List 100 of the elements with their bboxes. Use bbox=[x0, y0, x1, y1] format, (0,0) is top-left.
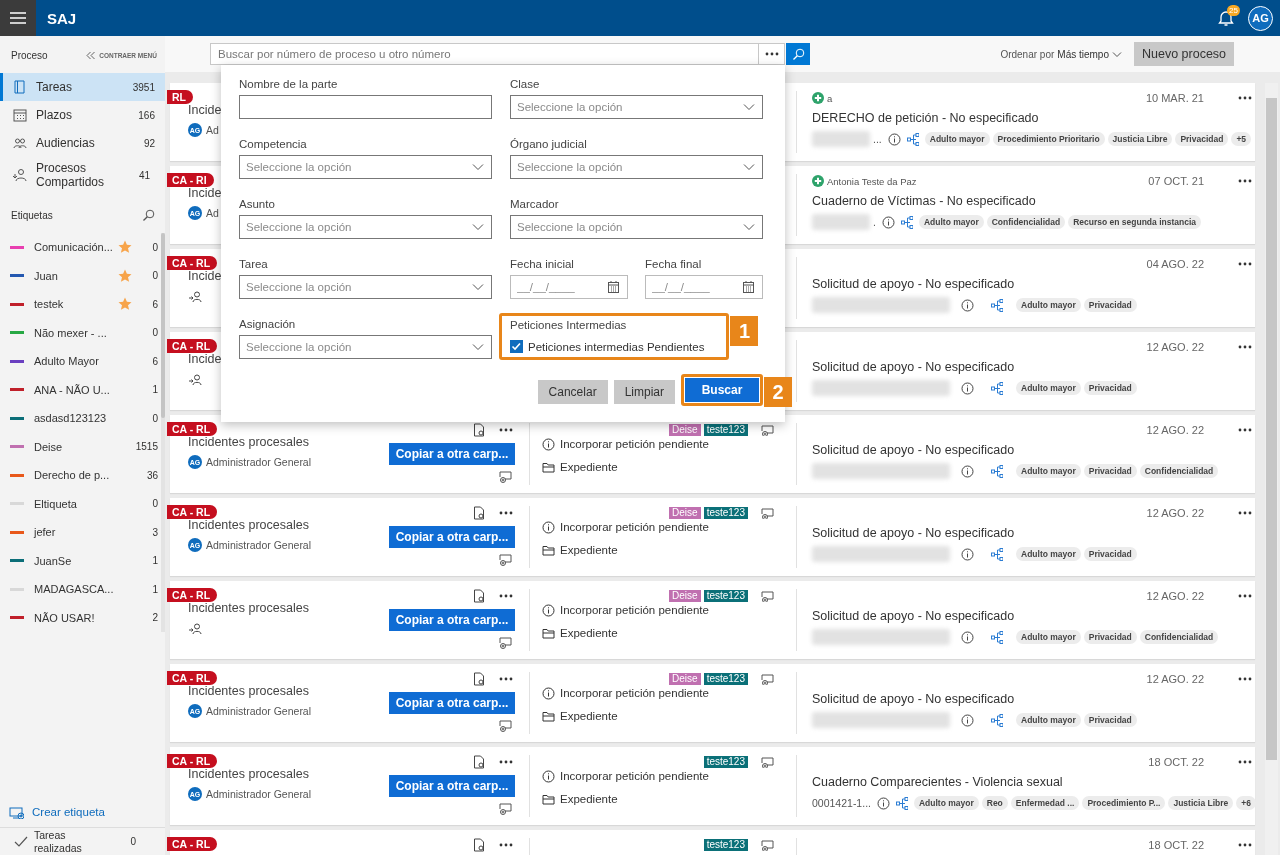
task-title: Incide bbox=[188, 102, 222, 118]
tag-chip: Adulto mayor bbox=[924, 132, 990, 146]
task-date: 12 AGO. 22 bbox=[1146, 424, 1204, 436]
label-count: 0 bbox=[151, 498, 158, 510]
tag-label: teste123 bbox=[703, 590, 748, 602]
task-date: 18 OCT. 22 bbox=[1148, 756, 1204, 768]
field-label: Nombre de la parte bbox=[239, 77, 339, 91]
task-date: 07 OCT. 21 bbox=[1148, 175, 1204, 187]
tag-chip: Adulto mayor bbox=[1016, 713, 1081, 727]
assignee-name: Administrador General bbox=[206, 456, 312, 468]
label-count: 0 bbox=[151, 412, 158, 424]
task-date: 12 AGO. 22 bbox=[1146, 341, 1204, 353]
done-count: 0 bbox=[129, 836, 136, 847]
field-label: Tarea bbox=[239, 257, 269, 271]
tag-chip: Privacidad bbox=[1175, 132, 1229, 146]
task-date: 12 AGO. 22 bbox=[1146, 507, 1204, 519]
label-count: 1 bbox=[151, 384, 158, 396]
label-count: 6 bbox=[151, 355, 158, 367]
tag-label: teste123 bbox=[703, 756, 748, 768]
pending-request: Incorporar petición pendiente bbox=[560, 687, 709, 699]
tag-label: Deise bbox=[669, 424, 701, 436]
tag-chip: Procedimiento P... bbox=[1082, 796, 1166, 810]
tag-chip: Procedimiento Prioritario bbox=[992, 132, 1105, 146]
case-tag: CA - RL bbox=[167, 339, 218, 353]
task-title: Incidentes procesales bbox=[188, 434, 309, 450]
label-count: 0 bbox=[151, 327, 158, 339]
field-label: Competencia bbox=[239, 137, 308, 151]
tag-chip: Confidencialidad bbox=[1139, 464, 1219, 478]
section-heading: Etiquetas bbox=[11, 209, 53, 221]
case-tag: CA - RL bbox=[167, 671, 218, 685]
label-count: 0 bbox=[151, 241, 158, 253]
field-label: Marcador bbox=[510, 197, 560, 211]
tag-label: teste123 bbox=[703, 507, 748, 519]
tag-chip: Confidencialidad bbox=[986, 215, 1066, 229]
assignee-name: Administrador General bbox=[206, 705, 312, 717]
process-number: 0001421-1... bbox=[812, 797, 871, 809]
tag-label: teste123 bbox=[703, 673, 748, 685]
step-number: 2 bbox=[764, 377, 792, 407]
tag-chip: Privacidad bbox=[1083, 713, 1137, 727]
field-label: Peticiones Intermedias bbox=[510, 318, 628, 332]
field-label: Asunto bbox=[239, 197, 276, 211]
section-heading: Proceso bbox=[11, 49, 48, 61]
label-count: 0 bbox=[151, 270, 158, 282]
case-tag: CA - RI bbox=[167, 173, 214, 187]
case-tag: CA - RL bbox=[167, 505, 218, 519]
task-date: 12 AGO. 22 bbox=[1146, 590, 1204, 602]
task-title: Incide bbox=[188, 185, 222, 201]
case-tag: CA - RL bbox=[167, 837, 218, 851]
tag-chip: Privacidad bbox=[1083, 547, 1137, 561]
tag-chip: Adulto mayor bbox=[1016, 630, 1081, 644]
label-count: 36 bbox=[145, 469, 158, 481]
case-tag: CA - RL bbox=[167, 256, 218, 270]
task-title: Incide bbox=[188, 351, 222, 367]
case-tag: CA - RL bbox=[167, 754, 218, 768]
tag-chip: Reo bbox=[981, 796, 1008, 810]
task-title: Incidentes procesales bbox=[188, 517, 309, 533]
tag-label: Deise bbox=[669, 507, 701, 519]
task-date: 10 MAR. 21 bbox=[1145, 92, 1204, 104]
tag-label: teste123 bbox=[703, 424, 748, 436]
party-name: a bbox=[827, 92, 833, 104]
case-tag: CA - RL bbox=[167, 422, 218, 436]
pending-request: Incorporar petición pendiente bbox=[560, 604, 709, 616]
tag-label: Deise bbox=[669, 673, 701, 685]
field-label: Clase bbox=[510, 77, 541, 91]
tag-chip: Privacidad bbox=[1083, 381, 1137, 395]
label-count: 1515 bbox=[135, 441, 158, 453]
label-count: 3 bbox=[151, 526, 158, 538]
app-title: SAJ bbox=[47, 9, 77, 27]
assignee-name: Administrador General bbox=[206, 788, 312, 800]
tag-label: teste123 bbox=[703, 839, 748, 851]
step-number: 1 bbox=[730, 316, 759, 346]
notification-count: 25 bbox=[1227, 5, 1240, 16]
tag-chip: Justicia Libre bbox=[1107, 132, 1173, 146]
tag-chip: Recurso en segunda instancia bbox=[1068, 215, 1201, 229]
task-title: Incide bbox=[188, 268, 222, 284]
tag-chip: Confidencialidad bbox=[1139, 630, 1219, 644]
tag-chip: Privacidad bbox=[1083, 630, 1137, 644]
tag-chip: Enfermedad ... bbox=[1010, 796, 1080, 810]
tag-chip: Adulto mayor bbox=[1016, 547, 1081, 561]
party-name: Antonia Teste da Paz bbox=[827, 175, 917, 187]
tag-chip: Privacidad bbox=[1083, 464, 1137, 478]
tag-chip: Justicia Libre bbox=[1168, 796, 1234, 810]
tag-chip: +6 bbox=[1236, 796, 1256, 810]
tag-chip: Privacidad bbox=[1083, 298, 1137, 312]
tag-chip: Adulto mayor bbox=[913, 796, 979, 810]
label-count: 2 bbox=[151, 612, 158, 624]
process-number: ... bbox=[873, 133, 882, 145]
task-title: Incidentes procesales bbox=[188, 766, 309, 782]
label-count: 1 bbox=[151, 583, 158, 595]
tag-label: Deise bbox=[669, 590, 701, 602]
assignee-name: Ad bbox=[206, 124, 219, 136]
field-label: Asignación bbox=[239, 317, 297, 331]
task-date: 04 AGO. 22 bbox=[1146, 258, 1204, 270]
tag-chip: Adulto mayor bbox=[1016, 464, 1081, 478]
tag-chip: Adulto mayor bbox=[1016, 298, 1081, 312]
task-date: 18 OCT. 22 bbox=[1148, 839, 1204, 851]
field-label: Fecha final bbox=[645, 257, 703, 271]
tag-chip: Adulto mayor bbox=[1016, 381, 1081, 395]
assignee-name: Administrador General bbox=[206, 539, 312, 551]
tag-chip: Adulto mayor bbox=[918, 215, 984, 229]
